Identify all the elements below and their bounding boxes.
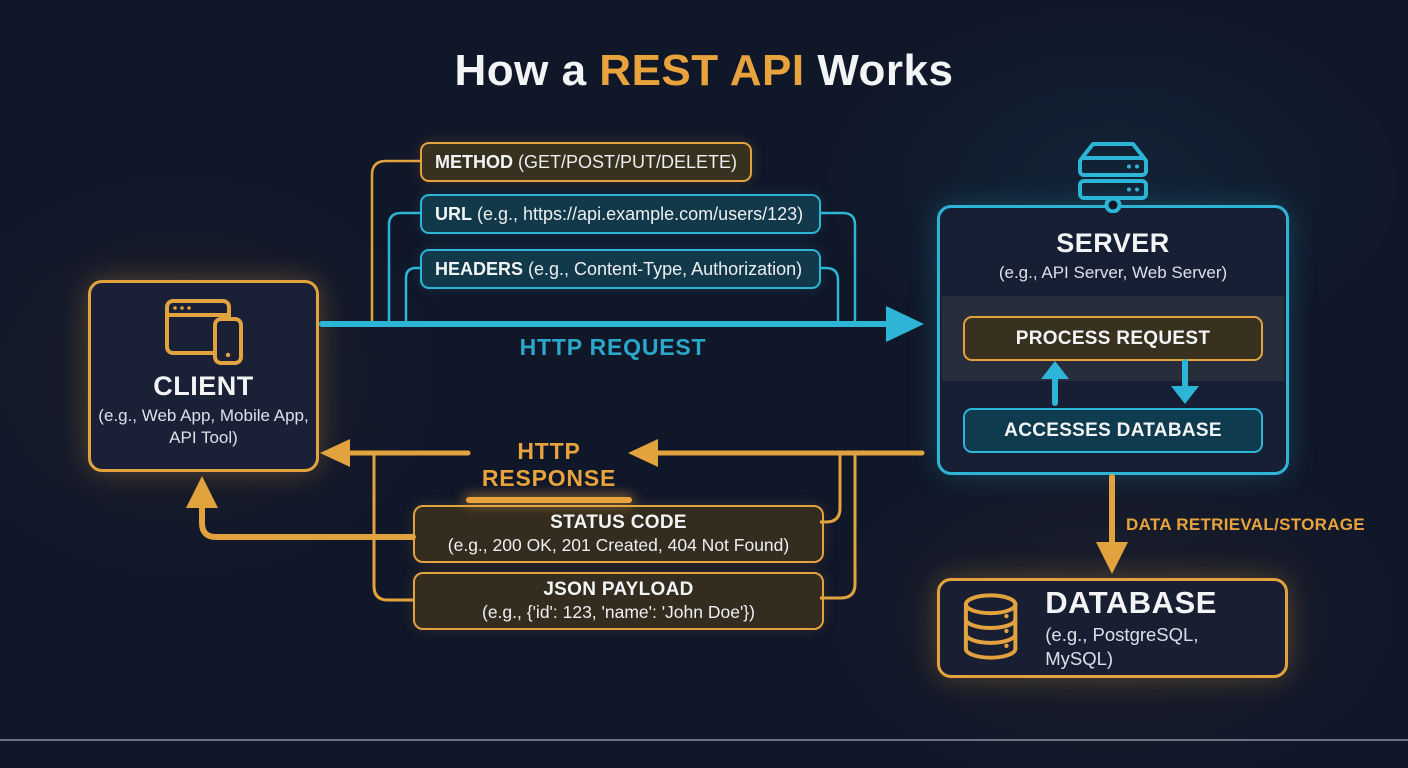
headers-detail: (e.g., Content-Type, Authorization) — [523, 259, 802, 280]
database-node: DATABASE (e.g., PostgreSQL, MySQL) — [937, 578, 1288, 678]
database-title: DATABASE — [1045, 585, 1217, 621]
title-highlight: REST API — [599, 46, 804, 95]
bottom-divider — [0, 739, 1408, 741]
headers-label: HEADERS — [435, 259, 523, 280]
server-stack-icon — [1069, 129, 1157, 213]
status-code-box: STATUS CODE (e.g., 200 OK, 201 Created, … — [413, 505, 824, 563]
database-subtitle: (e.g., PostgreSQL, MySQL) — [1045, 623, 1269, 671]
client-devices-icon — [165, 299, 243, 365]
server-subtitle: (e.g., API Server, Web Server) — [940, 262, 1286, 284]
process-request-box: PROCESS REQUEST — [963, 316, 1263, 361]
server-database-arrow — [1096, 477, 1128, 574]
method-box: METHOD (GET/POST/PUT/DELETE) — [420, 142, 752, 182]
http-request-label: HTTP REQUEST — [463, 334, 763, 361]
headers-box: HEADERS (e.g., Content-Type, Authorizati… — [420, 249, 821, 289]
json-payload-box: JSON PAYLOAD (e.g., {'id': 123, 'name': … — [413, 572, 824, 630]
database-cylinder-icon — [956, 592, 1025, 664]
status-code-label: STATUS CODE — [550, 512, 687, 534]
status-code-detail: (e.g., 200 OK, 201 Created, 404 Not Foun… — [448, 535, 789, 556]
response-return-arrow — [186, 476, 413, 537]
method-label: METHOD — [435, 152, 513, 173]
client-title: CLIENT — [153, 371, 254, 402]
title-pre: How a — [455, 46, 600, 95]
url-box: URL (e.g., https://api.example.com/users… — [420, 194, 821, 234]
server-title: SERVER — [940, 228, 1286, 259]
server-node: SERVER (e.g., API Server, Web Server) PR… — [937, 205, 1289, 475]
diagram-canvas: How a REST API Works METHOD (GET/POST/PU… — [0, 0, 1408, 768]
method-connector — [372, 161, 421, 321]
url-detail: (e.g., https://api.example.com/users/123… — [472, 204, 803, 225]
title-post: Works — [805, 46, 954, 95]
http-response-underline — [466, 497, 632, 503]
json-payload-detail: (e.g., {'id': 123, 'name': 'John Doe'}) — [482, 602, 755, 623]
accesses-database-box: ACCESSES DATABASE — [963, 408, 1263, 453]
client-subtitle: (e.g., Web App, Mobile App, API Tool) — [95, 405, 313, 449]
http-response-label-group: HTTP RESPONSE — [449, 438, 649, 503]
data-retrieval-storage-label: DATA RETRIEVAL/STORAGE — [1126, 515, 1365, 535]
client-node: CLIENT (e.g., Web App, Mobile App, API T… — [88, 280, 319, 472]
url-label: URL — [435, 204, 472, 225]
http-response-label: HTTP RESPONSE — [482, 438, 616, 491]
page-title: How a REST API Works — [0, 46, 1408, 96]
json-payload-label: JSON PAYLOAD — [543, 579, 693, 601]
method-detail: (GET/POST/PUT/DELETE) — [513, 152, 737, 173]
